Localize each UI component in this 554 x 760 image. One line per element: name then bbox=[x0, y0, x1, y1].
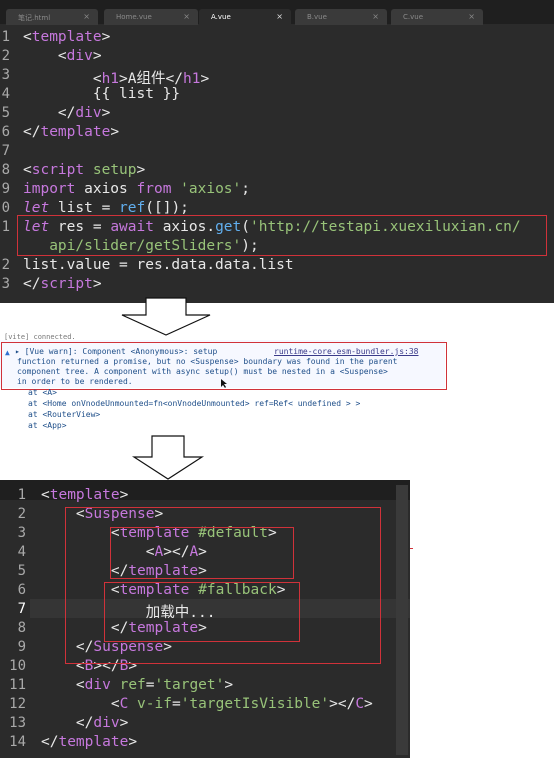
line-number: 13 bbox=[9, 715, 26, 731]
tab-home-vue[interactable]: Home.vue × bbox=[104, 9, 198, 25]
mouse-cursor-icon bbox=[221, 379, 227, 388]
stack-trace-line: at <Home onVnodeUnmounted=fn<onVnodeUnmo… bbox=[28, 399, 361, 408]
line-number: 11 bbox=[9, 677, 26, 693]
stray-mark bbox=[410, 548, 413, 549]
top-code-editor: 笔记.html × Home.vue × A.vue × B.vue × C.v… bbox=[0, 0, 554, 303]
line-number: 2 bbox=[1, 257, 10, 273]
code-line: <script setup> bbox=[23, 162, 146, 178]
code-line: let list = ref([]); bbox=[23, 200, 189, 216]
code-line: <template> bbox=[23, 29, 111, 45]
line-number: 12 bbox=[9, 696, 26, 712]
bottom-code-editor: 1 2 3 4 5 6 7 8 9 10 11 12 13 14 <templa… bbox=[0, 480, 410, 758]
tab-note-html[interactable]: 笔记.html × bbox=[6, 9, 98, 25]
line-number: 0 bbox=[1, 200, 10, 216]
line-number: 1 bbox=[1, 29, 10, 45]
line-number: 2 bbox=[1, 48, 10, 64]
stack-trace-line: at <App> bbox=[28, 421, 67, 430]
highlight-box bbox=[17, 215, 547, 256]
code-line: <template> bbox=[41, 487, 129, 503]
line-number: 10 bbox=[9, 658, 26, 674]
editor-tab-bar: 笔记.html × Home.vue × A.vue × B.vue × C.v… bbox=[0, 0, 554, 25]
line-number: 9 bbox=[17, 639, 26, 655]
close-icon[interactable]: × bbox=[276, 12, 283, 21]
tab-label: 笔记.html bbox=[18, 14, 51, 22]
line-number: 7 bbox=[17, 601, 26, 617]
line-number: 2 bbox=[17, 506, 26, 522]
code-line: </template> bbox=[41, 734, 138, 750]
code-line: </script> bbox=[23, 276, 102, 292]
line-number: 3 bbox=[1, 67, 10, 83]
close-icon[interactable]: × bbox=[83, 12, 90, 21]
line-number: 5 bbox=[17, 563, 26, 579]
code-line: <C v-if='targetIsVisible'></C> bbox=[110, 696, 373, 712]
down-arrow-icon bbox=[121, 297, 211, 336]
tab-b-vue[interactable]: B.vue × bbox=[295, 9, 387, 25]
default-slot-highlight-box bbox=[110, 527, 294, 579]
code-line: </div> bbox=[75, 715, 129, 731]
code-line: <div ref='target'> bbox=[75, 677, 234, 693]
code-line: </template> bbox=[23, 124, 120, 140]
line-number: 6 bbox=[1, 124, 10, 140]
code-line: list.value = res.data.data.list bbox=[23, 257, 294, 273]
line-number: 1 bbox=[1, 219, 10, 235]
stack-trace-line: at <RouterView> bbox=[28, 410, 101, 419]
tab-label: C.vue bbox=[403, 13, 423, 21]
line-number: 3 bbox=[1, 276, 10, 292]
fallback-slot-highlight-box bbox=[104, 582, 300, 642]
close-icon[interactable]: × bbox=[468, 12, 475, 21]
tab-label: B.vue bbox=[307, 13, 327, 21]
code-line: <div> bbox=[57, 48, 102, 64]
down-arrow-icon bbox=[131, 435, 205, 480]
close-icon[interactable]: × bbox=[183, 12, 190, 21]
line-number: 4 bbox=[1, 86, 10, 102]
tab-c-vue[interactable]: C.vue × bbox=[391, 9, 483, 25]
line-number: 14 bbox=[9, 734, 26, 750]
line-number: 3 bbox=[17, 525, 26, 541]
stack-trace-line: at <A> bbox=[28, 388, 57, 397]
scrollbar[interactable] bbox=[396, 485, 408, 755]
line-number: 9 bbox=[1, 181, 10, 197]
line-number: 8 bbox=[1, 162, 10, 178]
code-line: <h1>A组件</h1> bbox=[92, 71, 210, 87]
line-number: 1 bbox=[17, 487, 26, 503]
line-number: 8 bbox=[17, 620, 26, 636]
code-line: {{ list }} bbox=[23, 86, 181, 102]
line-number: 7 bbox=[1, 143, 10, 159]
tab-a-vue[interactable]: A.vue × bbox=[199, 9, 291, 25]
tab-label: Home.vue bbox=[116, 13, 152, 21]
browser-console: [vite] connected. ▲ ▸ [Vue warn]: Compon… bbox=[0, 333, 447, 431]
code-line: import axios from 'axios'; bbox=[23, 181, 250, 197]
line-number: 4 bbox=[17, 544, 26, 560]
line-number: 5 bbox=[1, 105, 10, 121]
code-line: </div> bbox=[57, 105, 111, 121]
line-number: 6 bbox=[17, 582, 26, 598]
tab-label: A.vue bbox=[211, 13, 231, 21]
close-icon[interactable]: × bbox=[372, 12, 379, 21]
